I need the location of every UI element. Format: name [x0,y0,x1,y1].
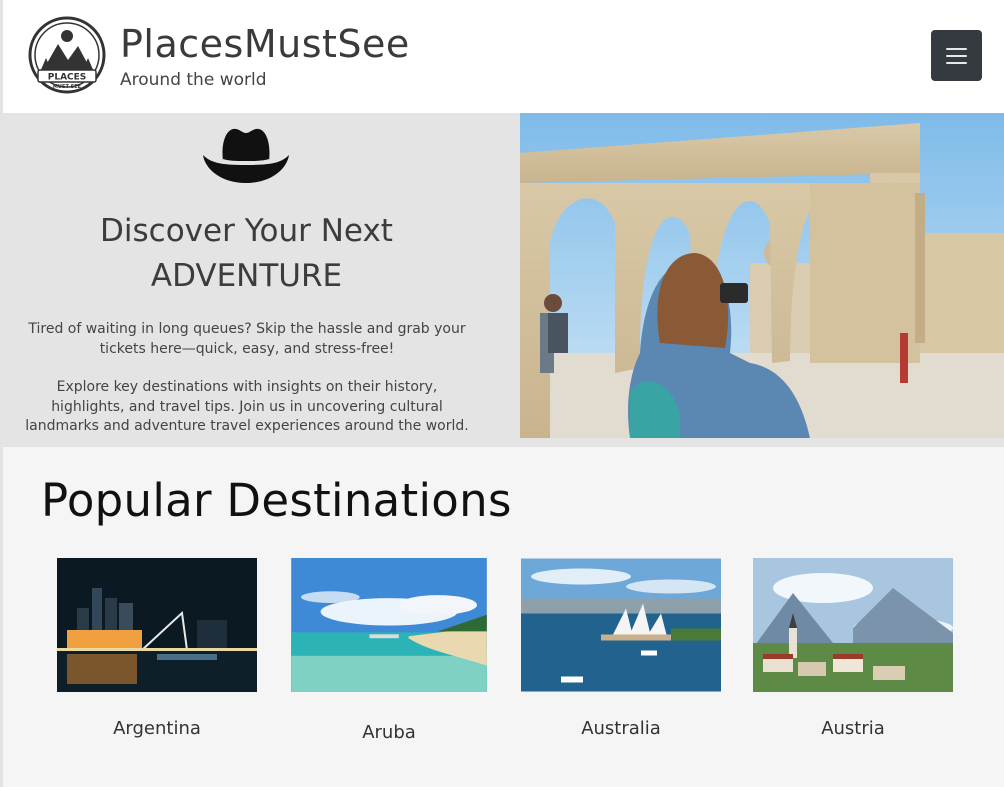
aruba-image[interactable] [289,558,489,692]
hero-text-panel: Discover Your Next ADVENTURE Tired of wa… [3,113,520,447]
hero-heading-line1: Discover Your Next [100,213,393,249]
site-title[interactable]: PlacesMustSee [120,22,410,66]
austria-image[interactable] [753,558,953,692]
popular-destinations-title: Popular Destinations [41,474,512,527]
destination-card-austria[interactable]: Austria [753,558,953,739]
argentina-image[interactable] [57,558,257,692]
hero-divider [520,438,1004,447]
cowboy-hat-icon [203,128,289,183]
destination-card-australia[interactable]: Australia [521,558,721,739]
page: PLACES MUST SEE PlacesMustSee Around the… [0,0,1004,787]
destination-label-argentina[interactable]: Argentina [57,718,257,739]
hamburger-menu-icon [946,48,967,50]
destination-card-argentina[interactable]: Argentina [57,558,257,739]
hamburger-menu-icon-bar [946,62,967,64]
hero-paragraph-tickets: Tired of waiting in long queues? Skip th… [28,321,466,357]
logo-text-must-see: MUST SEE [53,84,82,90]
hero-heading: Discover Your Next ADVENTURE [3,209,490,299]
hero-heading-line2: ADVENTURE [150,258,343,294]
destination-label-austria[interactable]: Austria [753,718,953,739]
menu-toggle-button[interactable] [931,30,982,81]
logo-text-places: PLACES [48,73,87,83]
hero-paragraph-explore: Explore key destinations with insights o… [25,379,469,434]
site-subtitle: Around the world [120,70,267,90]
places-must-see-logo[interactable]: PLACES MUST SEE [28,14,106,96]
destination-label-australia[interactable]: Australia [521,718,721,739]
hamburger-menu-icon-bar [946,55,967,57]
destination-label-aruba[interactable]: Aruba [289,722,489,743]
destination-card-aruba[interactable]: Aruba [289,558,489,743]
hero-image-traveler-arches [520,113,1004,438]
australia-image[interactable] [521,558,721,692]
site-header: PLACES MUST SEE PlacesMustSee Around the… [3,0,1004,113]
